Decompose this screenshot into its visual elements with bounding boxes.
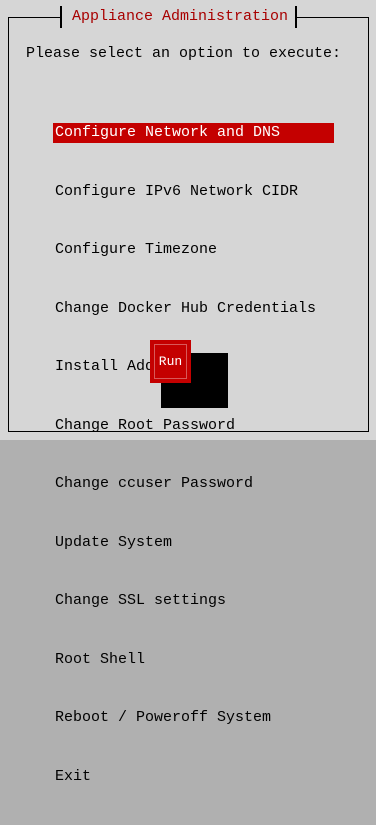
- menu-item-configure-ipv6-cidr[interactable]: Configure IPv6 Network CIDR: [53, 182, 334, 202]
- run-button[interactable]: Run: [150, 340, 191, 383]
- appliance-admin-dialog: Appliance Administration Please select a…: [0, 0, 376, 785]
- menu-item-change-ssl-settings[interactable]: Change SSL settings: [53, 591, 334, 611]
- menu-item-exit[interactable]: Exit: [53, 767, 334, 787]
- menu-item-change-docker-hub-credentials[interactable]: Change Docker Hub Credentials: [53, 299, 334, 319]
- title-right-divider: [295, 6, 298, 28]
- menu-item-change-root-password[interactable]: Change Root Password: [53, 416, 334, 436]
- dialog-title: Appliance Administration: [72, 8, 289, 25]
- menu-item-change-ccuser-password[interactable]: Change ccuser Password: [53, 474, 334, 494]
- prompt-text: Please select an option to execute:: [26, 45, 342, 62]
- menu-item-root-shell[interactable]: Root Shell: [53, 650, 334, 670]
- dialog-title-bar: Appliance Administration: [60, 6, 298, 28]
- menu-item-configure-timezone[interactable]: Configure Timezone: [53, 240, 334, 260]
- run-button-label: Run: [158, 354, 183, 369]
- menu-item-reboot-poweroff[interactable]: Reboot / Poweroff System: [53, 708, 334, 728]
- options-menu: Configure Network and DNS Configure IPv6…: [53, 84, 334, 825]
- menu-item-update-system[interactable]: Update System: [53, 533, 334, 553]
- menu-item-configure-network-dns[interactable]: Configure Network and DNS: [53, 123, 334, 143]
